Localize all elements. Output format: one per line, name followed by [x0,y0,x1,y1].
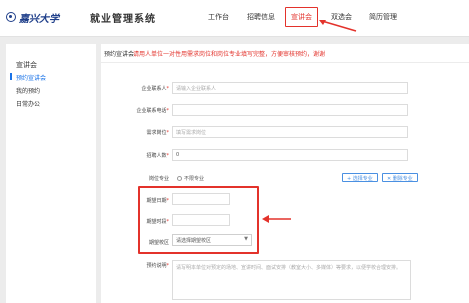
top-header: 嘉兴大学 就业管理系统 工作台 招聘信息 宣讲会 双选会 简历管理 [0,0,469,37]
contact-input[interactable]: 请输入企业联系人 [172,82,408,94]
phone-input[interactable] [172,104,408,116]
headcount-input[interactable]: 0 [172,149,408,161]
nav-career-talk[interactable]: 宣讲会 [285,7,318,27]
section-title: 预约宣讲会 [104,51,135,58]
description-textarea[interactable]: 请写明本单位对预定的场地、宣讲时间、面试安排（教室大小、多媒体）等要求，以便学校… [172,260,411,300]
annotation-arrow-icon [319,20,357,32]
major-label: 岗位专业 [148,176,169,182]
nav-workbench[interactable]: 工作台 [208,12,229,22]
nav-resume-management[interactable]: 简历管理 [369,12,397,22]
sidebar-active-indicator [10,73,12,80]
description-label: 预约说明* [146,263,169,269]
sidebar-item-daily-office[interactable]: 日常办公 [16,99,40,108]
sidebar-item-book-talk[interactable]: 预约宣讲会 [16,73,46,82]
position-label: 需求岗位* [146,130,169,136]
headcount-label: 招聘人数* [146,153,169,159]
contact-label: 企业联系人* [141,86,169,92]
select-major-button[interactable]: + 选择专业 [342,173,378,182]
notice-text: 请用人单位一对性用需求岗位和岗位专业填写完整，方便审核预约，谢谢 [133,51,326,58]
annotation-highlight-box [138,186,259,254]
main-nav: 工作台 招聘信息 宣讲会 双选会 简历管理 [0,0,469,36]
unlimited-major-radio[interactable] [177,176,182,181]
position-input[interactable]: 填写需求岗位 [172,126,408,138]
sidebar-heading: 宣讲会 [16,61,37,69]
sidebar-item-my-bookings[interactable]: 我的预约 [16,86,40,95]
phone-label: 企业联系电话* [136,108,169,114]
annotation-arrow-left-icon [262,215,291,223]
unlimited-major-label: 不限专业 [184,176,205,182]
sidebar: 宣讲会 预约宣讲会 我的预约 日常办公 [6,44,96,303]
clear-major-button[interactable]: ✕ 删除专业 [382,173,418,182]
section-header: 预约宣讲会 请用人单位一对性用需求岗位和岗位专业填写完整，方便审核预约，谢谢 [101,44,469,63]
nav-recruitment-info[interactable]: 招聘信息 [247,12,275,22]
